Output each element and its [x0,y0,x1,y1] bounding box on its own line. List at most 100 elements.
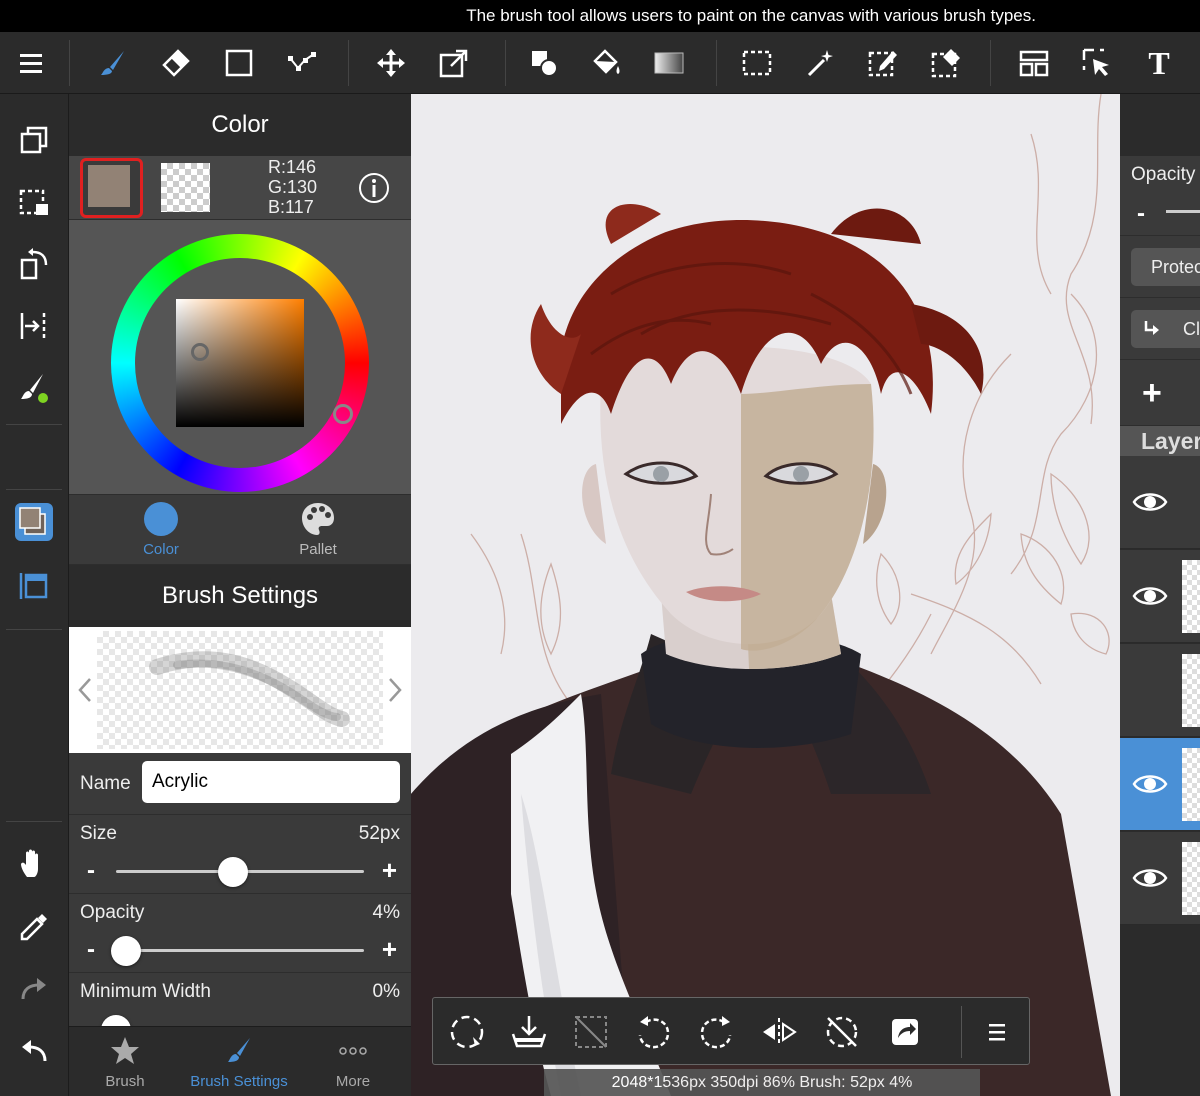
eye-icon[interactable] [1132,578,1168,614]
layer-row[interactable] [1120,832,1200,925]
tab-more[interactable]: More [298,1035,408,1090]
layer-opacity-decrease[interactable]: - [1137,200,1145,228]
clipping-label: Cl [1183,319,1200,339]
undo-icon[interactable] [10,1028,58,1076]
canvas-quick-toolbar [432,997,1030,1065]
layer-row[interactable] [1120,456,1200,549]
tab-brush-settings-label: Brush Settings [190,1073,288,1090]
size-slider-thumb[interactable] [217,857,248,887]
opacity-slider-thumb[interactable] [110,936,141,966]
brush-name-input[interactable] [142,761,400,803]
text-icon[interactable]: T [1136,40,1182,86]
size-increase-button[interactable]: + [382,855,397,886]
hue-cursor[interactable] [333,404,353,424]
left-toolbar-divider [6,821,62,822]
size-label: Size [80,823,117,844]
reset-rotation-icon[interactable] [820,1010,864,1054]
brush-preview-canvas [97,631,383,749]
brush-settings-icon [228,1038,250,1062]
opacity-slider-track[interactable] [116,949,364,952]
eyedropper-icon[interactable] [10,903,58,951]
transparent-color-swatch[interactable] [161,163,210,212]
canvas-status-bar: 2048*1536px 350dpi 86% Brush: 52px 4% [544,1069,980,1096]
layer-panel: Opacity - Protec Cl + Layer [1120,94,1200,1096]
rgb-b: B:117 [268,197,314,217]
select-move-icon[interactable] [1074,40,1120,86]
main-color-swatch[interactable] [80,158,143,218]
next-brush-arrow-icon[interactable] [385,675,405,705]
info-icon[interactable] [357,171,391,205]
protect-alpha-button[interactable]: Protec [1131,248,1200,286]
transform-icon[interactable] [431,40,477,86]
layer-thumbnail [1182,654,1200,727]
add-layer-button[interactable]: + [1120,360,1200,426]
tab-pallet[interactable]: Pallet [258,501,378,558]
opacity-increase-button[interactable]: + [382,934,397,965]
magic-wand-icon[interactable] [797,40,843,86]
layers-window-icon[interactable] [10,116,58,164]
deselect-icon[interactable] [569,1010,613,1054]
left-toolbar-divider [6,424,62,425]
tab-pallet-label: Pallet [299,541,337,558]
redo-icon[interactable] [10,966,58,1014]
foreground-color [88,165,130,207]
opacity-decrease-button[interactable]: - [87,936,95,964]
min-width-value: 0% [372,981,400,1002]
gradient-icon[interactable] [646,40,692,86]
tab-brush[interactable]: Brush [70,1035,180,1090]
eraser-icon[interactable] [153,40,199,86]
color-circle-icon [144,502,178,536]
tooltip-text: The brush tool allows users to paint on … [466,6,1036,25]
canvas-menu-icon[interactable] [975,1010,1019,1054]
hand-icon[interactable] [10,840,58,888]
size-decrease-button[interactable]: - [87,857,95,885]
share-icon[interactable] [883,1010,927,1054]
bucket-icon[interactable] [583,40,629,86]
fill-shape-icon[interactable] [521,40,567,86]
eye-icon[interactable] [1132,484,1168,520]
layer-thumbnail [1182,466,1200,539]
panel-window-icon[interactable] [10,562,58,610]
flip-canvas-icon[interactable] [10,302,58,350]
flip-horizontal-icon[interactable] [757,1010,801,1054]
transform-rotate-icon[interactable] [445,1010,489,1054]
move-icon[interactable] [368,40,414,86]
saturation-value-square[interactable] [176,299,304,427]
tooltip-bar: The brush tool allows users to paint on … [0,0,1200,32]
tab-brush-settings[interactable]: Brush Settings [184,1035,294,1090]
left-toolbar-divider [6,629,62,630]
tab-color[interactable]: Color [101,501,221,558]
star-icon [111,1037,139,1064]
protect-row: Protec [1120,236,1200,298]
sv-cursor[interactable] [191,343,209,361]
drawing-canvas[interactable] [411,94,1120,1096]
vector-icon[interactable] [279,40,325,86]
rotate-right-icon[interactable] [694,1010,738,1054]
clipping-arrow-icon [1144,321,1159,335]
top-toolbar: T [0,32,1200,94]
rotate-left-icon[interactable] [632,1010,676,1054]
rgb-readout: R:146 G:130 B:117 [268,157,317,217]
opacity-slider-row: Opacity 4% - + [69,894,411,973]
select-pen-icon[interactable] [860,40,906,86]
layer-row[interactable] [1120,550,1200,643]
eye-icon[interactable] [1132,860,1168,896]
previous-brush-arrow-icon[interactable] [75,675,95,705]
save-icon[interactable] [507,1010,551,1054]
brush-window-icon[interactable] [10,364,58,412]
select-eraser-icon[interactable] [923,40,969,86]
rect-icon[interactable] [216,40,262,86]
min-width-label: Minimum Width [80,981,211,1002]
layer-row[interactable] [1120,644,1200,737]
layer-row-active[interactable] [1120,738,1200,831]
brush-icon[interactable] [90,40,136,86]
select-rect-icon[interactable] [734,40,780,86]
eye-icon[interactable] [1132,766,1168,802]
color-window-icon[interactable] [10,498,58,546]
menu-icon[interactable] [8,40,54,86]
layer-opacity-slider[interactable] [1166,210,1200,213]
selection-window-icon[interactable] [10,178,58,226]
rotate-canvas-icon[interactable] [10,240,58,288]
layout-icon[interactable] [1011,40,1057,86]
size-value: 52px [358,823,400,844]
